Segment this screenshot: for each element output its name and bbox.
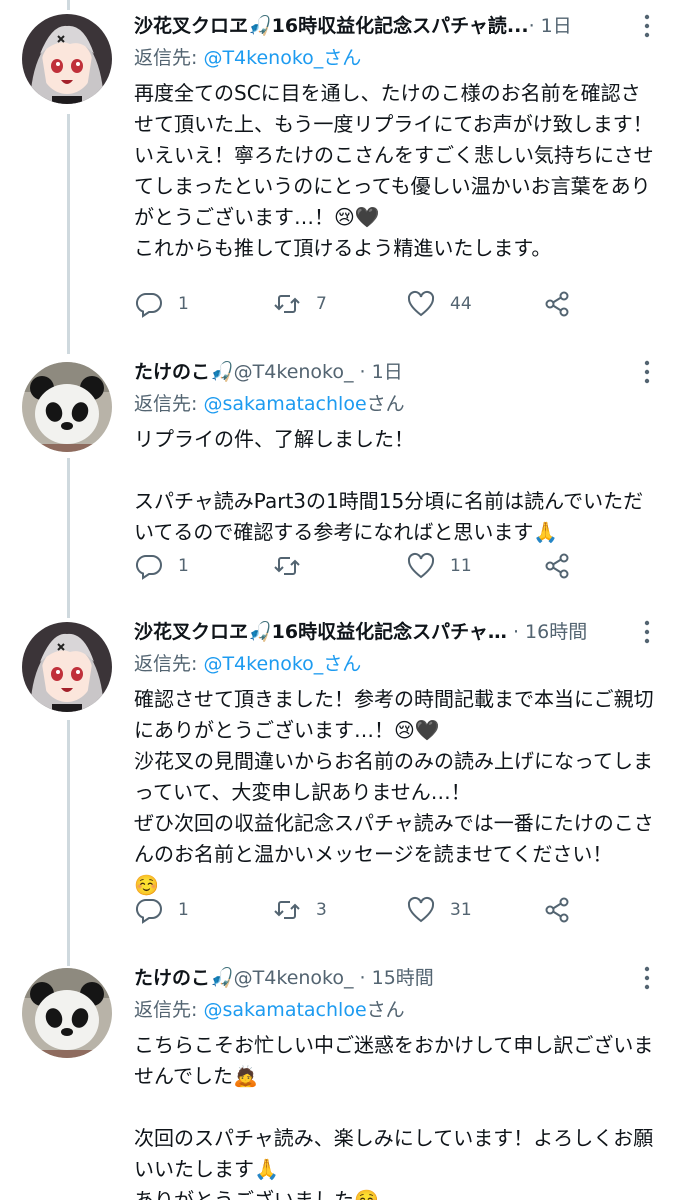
avatar[interactable] <box>22 622 112 712</box>
panda-avatar-icon <box>22 362 112 452</box>
timestamp[interactable]: 16時間 <box>525 621 587 643</box>
panda-avatar-icon <box>22 968 112 1058</box>
timestamp[interactable]: 15時間 <box>372 967 434 989</box>
display-name[interactable]: たけのこ🎣 <box>134 356 234 388</box>
reply-to-suffix: さん <box>366 999 405 1021</box>
user-handle[interactable]: @T4kenoko_ <box>234 361 354 383</box>
avatar[interactable] <box>22 362 112 452</box>
share-button[interactable] <box>542 284 572 324</box>
like-button[interactable]: 31 <box>406 890 472 930</box>
more-icon[interactable] <box>634 12 660 40</box>
retweet-button[interactable] <box>272 546 316 586</box>
more-icon[interactable] <box>634 964 660 992</box>
user-handle[interactable]: @T4kenoko_ <box>234 967 354 989</box>
separator-dot: · <box>528 15 541 37</box>
like-count: 44 <box>450 294 472 314</box>
share-button[interactable] <box>542 546 572 586</box>
timestamp[interactable]: 1日 <box>541 15 572 37</box>
more-icon[interactable] <box>634 618 660 646</box>
retweet-icon <box>274 901 300 919</box>
reply-count: 1 <box>178 900 189 920</box>
tweet-text: 確認させて頂きました！参考の時間記載まで本当にご親切にありがとうございます…！😢… <box>134 687 654 897</box>
retweet-button[interactable]: 3 <box>272 890 327 930</box>
tweet-header: たけのこ🎣@T4kenoko_ · 1日 <box>134 356 660 388</box>
like-icon <box>407 290 435 317</box>
retweet-icon <box>274 295 300 313</box>
reply-to-mention[interactable]: @sakamatachloe <box>203 999 366 1021</box>
retweet-icon <box>274 557 300 575</box>
anime-girl-avatar-icon <box>22 622 112 712</box>
share-button[interactable] <box>542 890 572 930</box>
reply-to-mention[interactable]: @sakamatachloe <box>203 393 366 415</box>
reply-to-line: 返信先: @T4kenoko_さん <box>134 42 660 74</box>
tweet[interactable]: たけのこ🎣@T4kenoko_ · 1日 返信先: @sakamatachloe… <box>0 350 680 600</box>
like-icon <box>407 896 435 923</box>
reply-to-label: 返信先: <box>134 47 204 69</box>
avatar[interactable] <box>22 14 112 104</box>
share-icon <box>545 291 569 317</box>
reply-to-label: 返信先: <box>134 653 204 675</box>
reply-to-suffix: さん <box>366 393 405 415</box>
separator-dot: · <box>353 967 372 989</box>
reply-to-line: 返信先: @T4kenoko_さん <box>134 648 660 680</box>
reply-icon <box>135 898 162 924</box>
tweet-header: 沙花叉クロヱ🎣16時収益化記念スパチャ… · 16時間 <box>134 616 660 648</box>
reply-icon <box>135 292 162 318</box>
separator-dot: · <box>353 361 372 383</box>
reply-count: 1 <box>178 294 189 314</box>
tweet-header: 沙花叉クロヱ🎣16時収益化記念スパチャ読...· 1日 <box>134 10 660 42</box>
reply-button[interactable]: 1 <box>134 890 189 930</box>
tweet-text: リプライの件、了解しました！ スパチャ読みPart3の1時間15分頃に名前は読ん… <box>134 427 644 544</box>
timestamp[interactable]: 1日 <box>372 361 403 383</box>
like-icon <box>407 552 435 579</box>
retweet-count: 7 <box>316 294 327 314</box>
tweet[interactable]: たけのこ🎣@T4kenoko_ · 15時間 返信先: @sakamatachl… <box>0 960 680 1200</box>
action-bar: 1 3 31 <box>134 890 594 930</box>
display-name[interactable]: 沙花叉クロヱ🎣16時収益化記念スパチャ読... <box>134 10 529 42</box>
reply-to-label: 返信先: <box>134 999 204 1021</box>
retweet-count: 3 <box>316 900 327 920</box>
tweet-text: 再度全てのSCに目を通し、たけのこ様のお名前を確認させて頂いた上、もう一度リプラ… <box>134 81 654 260</box>
like-count: 31 <box>450 900 472 920</box>
action-bar: 1 11 <box>134 546 594 586</box>
retweet-button[interactable]: 7 <box>272 284 327 324</box>
tweet[interactable]: 沙花叉クロヱ🎣16時収益化記念スパチャ読...· 1日 返信先: @T4keno… <box>0 0 680 350</box>
avatar[interactable] <box>22 968 112 1058</box>
like-button[interactable]: 11 <box>406 546 472 586</box>
display-name[interactable]: たけのこ🎣 <box>134 962 234 994</box>
reply-button[interactable]: 1 <box>134 284 189 324</box>
share-icon <box>545 897 569 923</box>
reply-to-label: 返信先: <box>134 393 204 415</box>
reply-to-mention[interactable]: @T4kenoko_さん <box>203 653 361 675</box>
like-button[interactable]: 44 <box>406 284 472 324</box>
reply-to-line: 返信先: @sakamatachloeさん <box>134 388 660 420</box>
separator-dot: · <box>506 621 526 643</box>
reply-to-line: 返信先: @sakamatachloeさん <box>134 994 660 1026</box>
share-icon <box>545 553 569 579</box>
display-name[interactable]: 沙花叉クロヱ🎣16時収益化記念スパチャ… <box>134 616 507 648</box>
tweet-text: こちらこそお忙しい中ご迷惑をおかけして申し訳ございませんでした🙇 次回のスパチャ… <box>134 1033 654 1200</box>
action-bar: 1 7 44 <box>134 284 594 324</box>
tweet[interactable]: 沙花叉クロヱ🎣16時収益化記念スパチャ… · 16時間 返信先: @T4keno… <box>0 610 680 960</box>
reply-icon <box>135 554 162 580</box>
tweet-header: たけのこ🎣@T4kenoko_ · 15時間 <box>134 962 660 994</box>
reply-to-mention[interactable]: @T4kenoko_さん <box>203 47 361 69</box>
like-count: 11 <box>450 556 472 576</box>
reply-button[interactable]: 1 <box>134 546 189 586</box>
reply-count: 1 <box>178 556 189 576</box>
anime-girl-avatar-icon <box>22 14 112 104</box>
more-icon[interactable] <box>634 358 660 386</box>
